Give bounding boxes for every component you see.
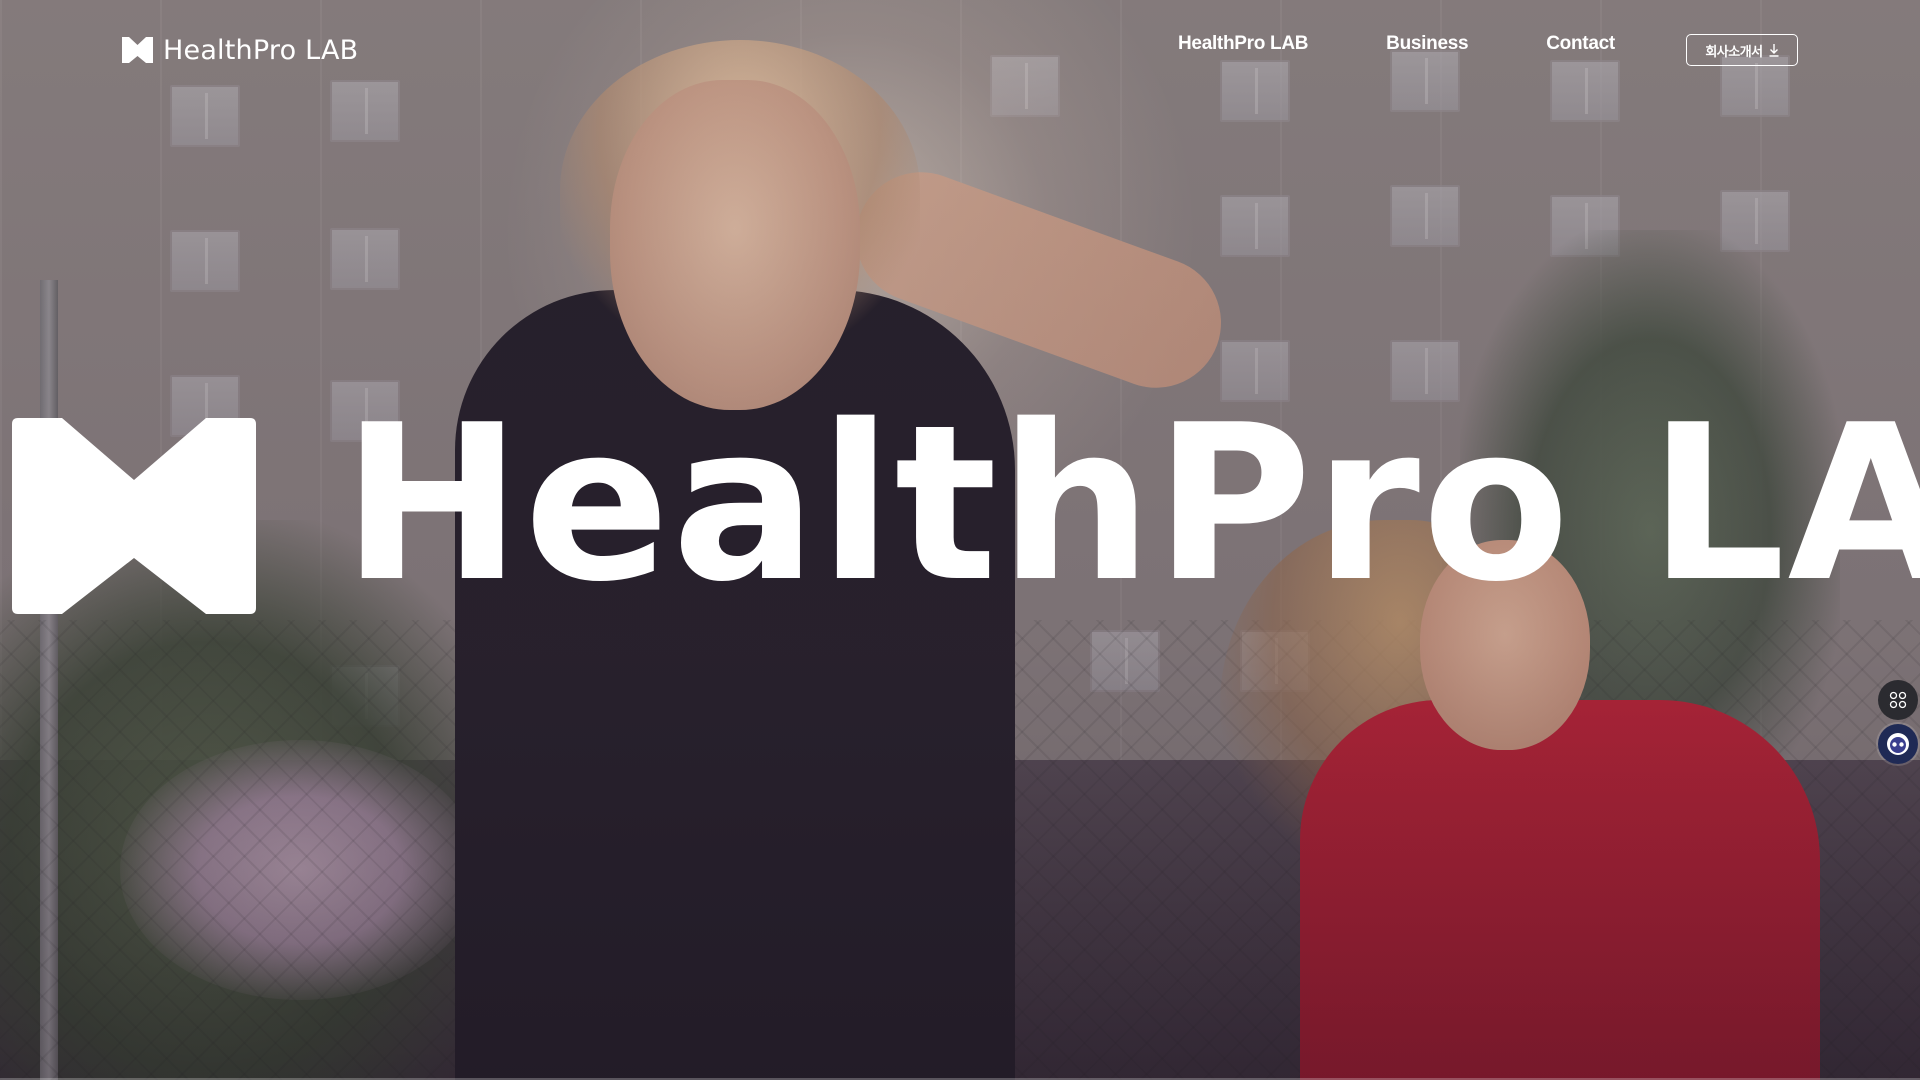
- company-brochure-download-button[interactable]: 회사소개서: [1686, 34, 1798, 66]
- brand-logo-link[interactable]: HealthPro LAB: [122, 32, 358, 68]
- nav-link-business[interactable]: Business: [1386, 33, 1468, 55]
- healthpro-logo-icon: [122, 37, 153, 63]
- hero-wordmark: HealthPro LAB: [12, 396, 1920, 614]
- brand-name: HealthPro LAB: [163, 34, 359, 66]
- healthpro-logo-icon: [12, 418, 256, 614]
- apps-grid-icon: [1889, 691, 1907, 709]
- download-button-label: 회사소개서: [1705, 44, 1763, 60]
- site-header: HealthPro LAB HealthPro LAB Business Con…: [0, 0, 1920, 100]
- apps-widget-button[interactable]: [1878, 680, 1918, 720]
- chatbot-widget-button[interactable]: [1878, 724, 1918, 764]
- main-nav: HealthPro LAB Business Contact: [1178, 33, 1615, 55]
- download-arrow-icon: [1769, 43, 1779, 57]
- nav-link-healthpro-lab[interactable]: HealthPro LAB: [1178, 33, 1308, 55]
- hero-title: HealthPro LAB: [342, 378, 1920, 629]
- nav-link-contact[interactable]: Contact: [1546, 33, 1615, 55]
- chatbot-icon: [1887, 733, 1909, 755]
